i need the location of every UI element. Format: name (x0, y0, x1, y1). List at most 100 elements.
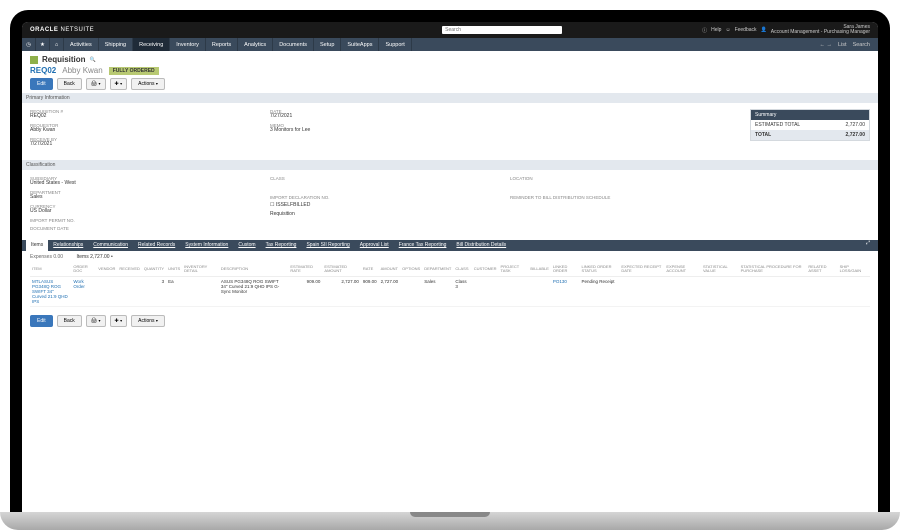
more-button[interactable]: ✚ ▾ (110, 78, 128, 90)
val-selfbilled: ☐ ISSELFBILLED (270, 203, 510, 209)
lbl-location: LOCATION (510, 176, 750, 181)
tab-france[interactable]: France Tax Reporting (394, 240, 452, 251)
more-button-bottom[interactable]: ✚ ▾ (110, 315, 128, 327)
cell-linkedstat: Pending Receipt (579, 276, 619, 306)
nav-receiving[interactable]: Receiving (133, 38, 170, 51)
lbl-docdate: DOCUMENT DATE (30, 226, 270, 231)
cell-item[interactable]: MTLASUS PG348Q ROG SWIFT 34" Curved 21:9… (30, 276, 71, 306)
tab-communication[interactable]: Communication (88, 240, 133, 251)
user-role: Account Management - Purchasing Manager (771, 30, 870, 36)
nav-arrows[interactable]: ← → (819, 42, 832, 48)
nav-search[interactable]: Search (853, 42, 870, 48)
nav-analytics[interactable]: Analytics (238, 38, 273, 51)
print-button[interactable]: 🖨 ▾ (86, 78, 106, 90)
tab-approval[interactable]: Approval List (355, 240, 394, 251)
nav-activities[interactable]: Activities (64, 38, 99, 51)
record-name: Abby Kwan (62, 66, 102, 75)
items-table: ITEM ORDER DOC VENDOR RECEIVED QUANTITY … (30, 263, 870, 307)
nav-documents[interactable]: Documents (273, 38, 314, 51)
cell-recdate (619, 276, 664, 306)
cell-asset (806, 276, 837, 306)
expenses-label: Expenses 0.00 (30, 254, 63, 260)
tab-billdist[interactable]: Bill Distribution Details (451, 240, 511, 251)
status-badge: FULLY ORDERED (109, 67, 159, 75)
help-icon[interactable]: ⓘ (702, 27, 707, 34)
star-icon[interactable]: ★ (36, 38, 50, 51)
nav-list[interactable]: List (838, 42, 847, 48)
tab-sysinfo[interactable]: System Information (180, 240, 233, 251)
nav-inventory[interactable]: Inventory (170, 38, 206, 51)
th-units[interactable]: UNITS (166, 263, 182, 276)
th-linked[interactable]: LINKED ORDER (551, 263, 580, 276)
home-icon[interactable]: ⌂ (50, 38, 64, 51)
th-statval[interactable]: STATISTICAL VALUE (701, 263, 739, 276)
back-button[interactable]: Back (57, 78, 82, 90)
th-estamt[interactable]: ESTIMATED AMOUNT (322, 263, 360, 276)
th-cust[interactable]: CUSTOMER (472, 263, 499, 276)
th-vendor[interactable]: VENDOR (96, 263, 117, 276)
th-proj[interactable]: PROJECT TASK (499, 263, 529, 276)
tab-tax[interactable]: Tax Reporting (261, 240, 302, 251)
feedback-link[interactable]: Feedback (735, 27, 757, 33)
avatar-icon[interactable]: 👤 (761, 27, 767, 33)
table-row[interactable]: MTLASUS PG348Q ROG SWIFT 34" Curved 21:9… (30, 276, 870, 306)
laptop-frame: ORACLE NETSUITE ⓘHelp ☺Feedback 👤 Sara J… (10, 10, 890, 512)
th-options[interactable]: OPTIONS (400, 263, 422, 276)
cell-units: Ea (166, 276, 182, 306)
th-dept[interactable]: DEPARTMENT (422, 263, 453, 276)
th-recdate[interactable]: EXPECTED RECEIPT DATE (619, 263, 664, 276)
cell-linked[interactable]: PO130 (551, 276, 580, 306)
tab-relationships[interactable]: Relationships (48, 240, 88, 251)
feedback-icon[interactable]: ☺ (725, 27, 730, 33)
edit-button-bottom[interactable]: Edit (30, 315, 53, 327)
th-asset[interactable]: RELATED ASSET (806, 263, 837, 276)
th-qty[interactable]: QUANTITY (142, 263, 166, 276)
nav-shipping[interactable]: Shipping (99, 38, 133, 51)
back-button-bottom[interactable]: Back (57, 315, 82, 327)
th-estrate[interactable]: ESTIMATED RATE (288, 263, 322, 276)
th-statproc[interactable]: STATISTICAL PROCEDURE FOR PURCHASE (739, 263, 807, 276)
val-subsidiary: United States - West (30, 181, 270, 187)
nav-setup[interactable]: Setup (314, 38, 341, 51)
tab-items[interactable]: Items (26, 240, 48, 251)
tab-related[interactable]: Related Records (133, 240, 180, 251)
th-desc[interactable]: DESCRIPTION (219, 263, 289, 276)
cell-cust (472, 276, 499, 306)
tab-spain[interactable]: Spain SII Reporting (301, 240, 354, 251)
print-button-bottom[interactable]: 🖨 ▾ (86, 315, 106, 327)
th-item[interactable]: ITEM (30, 263, 71, 276)
expand-icon[interactable]: ⤢ (862, 240, 874, 251)
th-orderdoc[interactable]: ORDER DOC (71, 263, 96, 276)
cell-orderdoc[interactable]: Work Order (71, 276, 96, 306)
nav-support[interactable]: Support (379, 38, 411, 51)
brand-logo: ORACLE NETSUITE (30, 27, 94, 33)
th-invdet[interactable]: INVENTORY DETAIL (182, 263, 219, 276)
clock-icon[interactable]: ◷ (22, 38, 36, 51)
magnify-icon[interactable]: 🔍 (90, 57, 96, 63)
cell-dept: Sales (422, 276, 453, 306)
actions-button-bottom[interactable]: Actions ▾ (131, 315, 165, 327)
cell-rate: 909.00 (361, 276, 379, 306)
summary-est-label: ESTIMATED TOTAL (755, 122, 800, 128)
items-total-label: Items 2,727.00 • (76, 254, 112, 260)
val-requestor: Abby Kwan (30, 128, 270, 134)
th-amount[interactable]: AMOUNT (379, 263, 401, 276)
th-bill[interactable]: BILLABLE (528, 263, 550, 276)
cell-expacct (664, 276, 701, 306)
help-link[interactable]: Help (711, 27, 721, 33)
val-memo: 3 Monitors for Lee (270, 128, 510, 134)
th-expacct[interactable]: EXPENSE ACCOUNT (664, 263, 701, 276)
nav-reports[interactable]: Reports (206, 38, 238, 51)
summary-est-val: 2,727.00 (846, 122, 865, 128)
actions-button[interactable]: Actions ▾ (131, 78, 165, 90)
th-rate[interactable]: RATE (361, 263, 379, 276)
val-createdfrom: Requisition (270, 212, 510, 218)
th-class[interactable]: CLASS (453, 263, 471, 276)
th-shiploss[interactable]: SHIP LOSS/GAIN (838, 263, 870, 276)
tab-custom[interactable]: Custom (233, 240, 260, 251)
edit-button[interactable]: Edit (30, 78, 53, 90)
th-received[interactable]: RECEIVED (117, 263, 141, 276)
th-linkedstat[interactable]: LINKED ORDER STATUS (579, 263, 619, 276)
search-input[interactable] (442, 26, 562, 34)
nav-suiteapps[interactable]: SuiteApps (341, 38, 379, 51)
